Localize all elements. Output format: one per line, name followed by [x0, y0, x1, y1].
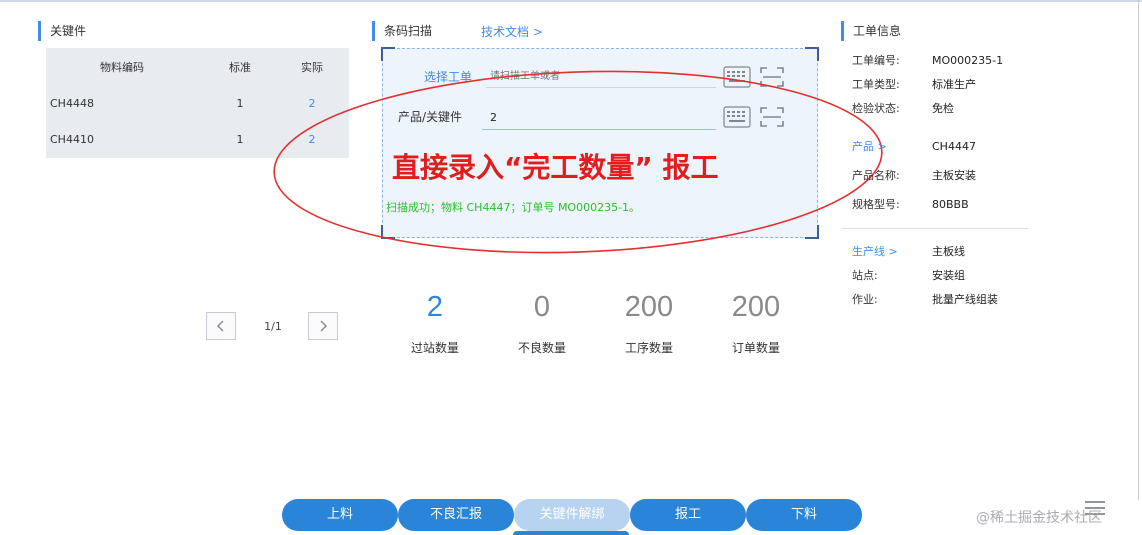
header-standard: 标准 — [229, 61, 251, 74]
info-label: 检验状态: — [852, 102, 900, 115]
key-parts-title: 关键件 — [38, 21, 86, 41]
stat-defect: 0 不良数量 — [487, 288, 597, 356]
annotation-text: 直接录入“完工数量” 报工 — [392, 151, 719, 184]
info-value: 安装组 — [932, 269, 965, 282]
stat-defect-value: 0 — [533, 291, 551, 323]
stat-passed-value: 2 — [426, 291, 444, 323]
stat-passed: 2 过站数量 — [380, 288, 490, 356]
page-indicator: 1/1 — [264, 320, 282, 333]
info-value: 80BBB — [932, 198, 969, 211]
unload-material-button[interactable]: 下料 — [746, 499, 862, 531]
unbind-key-part-button[interactable]: 关键件解绑 — [514, 499, 630, 531]
info-divider — [842, 228, 1028, 229]
row-code: CH4410 — [50, 133, 94, 146]
stat-process-label: 工序数量 — [624, 341, 673, 355]
top-border — [0, 0, 1142, 2]
scan-corner-top-right — [805, 47, 819, 61]
watermark: @稀土掘金技术社区 — [976, 510, 1102, 526]
info-label: 产品名称: — [852, 169, 900, 182]
next-page-button[interactable] — [308, 312, 338, 340]
stat-passed-label: 过站数量 — [410, 341, 459, 355]
stat-process-value: 200 — [624, 291, 674, 323]
product-link[interactable]: 产品 > — [852, 138, 887, 156]
bottom-tab-indicator — [513, 531, 629, 535]
row-standard: 1 — [236, 133, 244, 146]
info-value: CH4447 — [932, 140, 976, 153]
tech-docs-link[interactable]: 技术文档 > — [481, 22, 543, 42]
chevron-left-icon — [216, 320, 224, 332]
row-code: CH4448 — [50, 97, 94, 110]
info-value: 批量产线组装 — [932, 293, 998, 306]
defect-report-button[interactable]: 不良汇报 — [398, 499, 514, 531]
chevron-right-icon — [320, 320, 328, 332]
scan-corner-top-left — [381, 47, 395, 61]
info-label: 规格型号: — [852, 198, 900, 211]
row-standard: 1 — [236, 97, 244, 110]
info-label: 工单编号: — [852, 54, 900, 67]
work-order-info-title: 工单信息 — [841, 21, 901, 41]
stat-order-label: 订单数量 — [731, 341, 780, 355]
stat-defect-label: 不良数量 — [517, 341, 566, 355]
info-value: 标准生产 — [932, 78, 976, 91]
stat-order: 200 订单数量 — [701, 288, 811, 356]
info-value: 主板线 — [932, 245, 965, 258]
report-work-button[interactable]: 报工 — [630, 499, 746, 531]
barcode-scan-title: 条码扫描 — [372, 21, 432, 41]
production-line-link[interactable]: 生产线 > — [852, 243, 898, 261]
load-material-button[interactable]: 上料 — [282, 499, 398, 531]
info-label: 工单类型: — [852, 78, 900, 91]
info-value: 免检 — [932, 102, 954, 115]
info-value: MO000235-1 — [932, 54, 1004, 67]
stat-order-value: 200 — [731, 291, 781, 323]
stat-process: 200 工序数量 — [594, 288, 704, 356]
prev-page-button[interactable] — [206, 312, 236, 340]
right-border — [1138, 0, 1139, 500]
info-value: 主板安装 — [932, 169, 976, 182]
header-material-code: 物料编码 — [100, 61, 144, 74]
info-label: 作业: — [852, 293, 878, 306]
info-label: 站点: — [852, 269, 878, 282]
